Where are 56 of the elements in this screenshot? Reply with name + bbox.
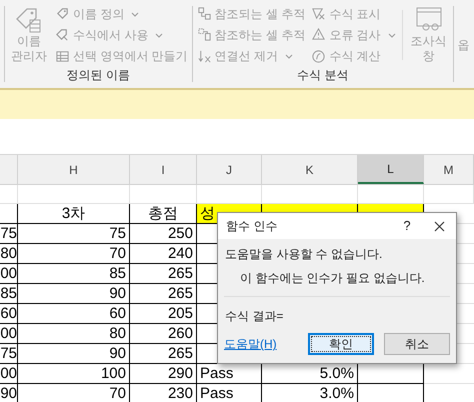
table-cell: 00 bbox=[0, 324, 18, 344]
table-cell: 75 bbox=[18, 224, 130, 244]
table-cell: 230 bbox=[130, 384, 197, 402]
column-header[interactable]: J bbox=[197, 155, 262, 184]
table-cell: 3.0% bbox=[262, 384, 358, 402]
table-cell: 70 bbox=[18, 244, 130, 264]
table-cell: 85 bbox=[0, 284, 18, 304]
table-cell: 290 bbox=[130, 364, 197, 384]
formula-result-label: 수식 결과= bbox=[224, 309, 284, 324]
table-cell: 90 bbox=[0, 384, 18, 402]
ribbon-command[interactable]: 수식에서 사용 bbox=[55, 25, 188, 45]
column-header[interactable]: L bbox=[358, 155, 424, 184]
column-header[interactable]: H bbox=[18, 155, 130, 184]
dialog-message: 이 함수에는 인수가 필요 없습니다. bbox=[239, 271, 426, 286]
table-cell: 60 bbox=[0, 304, 18, 324]
table-cell: 260 bbox=[130, 324, 197, 344]
ribbon-command[interactable]: 수식 표시 bbox=[311, 4, 396, 24]
table-cell: 100 bbox=[18, 364, 130, 384]
ribbon-command[interactable]: 참조되는 셀 추적 bbox=[196, 4, 306, 24]
table-cell: Pass bbox=[197, 384, 262, 402]
table-cell: 75 bbox=[0, 344, 18, 364]
table-cell: 70 bbox=[18, 384, 130, 402]
header-cell: 3차 bbox=[18, 204, 130, 224]
table-cell: 00 bbox=[0, 264, 18, 284]
ribbon-command[interactable]: 참조하는 셀 추적 bbox=[196, 25, 306, 45]
ribbon-command[interactable]: 오류 검사 bbox=[311, 25, 396, 45]
table-cell: 90 bbox=[18, 344, 130, 364]
watch-window-button[interactable]: 조사식 창 bbox=[408, 4, 449, 66]
name-manager-button[interactable]: 이름 관리자 bbox=[9, 4, 49, 66]
table-cell: 250 bbox=[130, 224, 197, 244]
table-cell: 90 bbox=[18, 284, 130, 304]
table-cell: 00 bbox=[0, 364, 18, 384]
table-cell: 75 bbox=[0, 224, 18, 244]
table-cell: 80 bbox=[0, 244, 18, 264]
table-cell: 240 bbox=[130, 244, 197, 264]
table-cell: 205 bbox=[130, 304, 197, 324]
ribbon-command[interactable]: 이름 정의 bbox=[55, 4, 188, 24]
ribbon-command[interactable]: 수식 계산 bbox=[311, 46, 396, 66]
table-cell: 265 bbox=[130, 344, 197, 364]
table-cell: 265 bbox=[130, 284, 197, 304]
ribbon-command-label: 옵 bbox=[458, 37, 470, 54]
group-label: 정의된 이름 bbox=[66, 67, 131, 84]
column-header[interactable]: I bbox=[130, 155, 197, 184]
ribbon-command[interactable]: 선택 영역에서 만들기 bbox=[55, 46, 188, 66]
dialog-button[interactable]: 확인 bbox=[308, 333, 374, 355]
help-link[interactable]: 도움말(H) bbox=[224, 335, 277, 353]
table-cell: 80 bbox=[18, 324, 130, 344]
dialog-message: 도움말을 사용할 수 없습니다. bbox=[224, 247, 384, 262]
help-button[interactable]: ? bbox=[392, 216, 422, 236]
table-cell: 265 bbox=[130, 264, 197, 284]
dialog-button[interactable]: 취소 bbox=[384, 333, 450, 355]
table-cell: 60 bbox=[18, 304, 130, 324]
ribbon-command[interactable]: 연결선 제거 bbox=[196, 46, 306, 66]
group-label: 수식 분석 bbox=[296, 67, 350, 84]
column-header[interactable]: M bbox=[424, 155, 474, 184]
table-cell: 85 bbox=[18, 264, 130, 284]
